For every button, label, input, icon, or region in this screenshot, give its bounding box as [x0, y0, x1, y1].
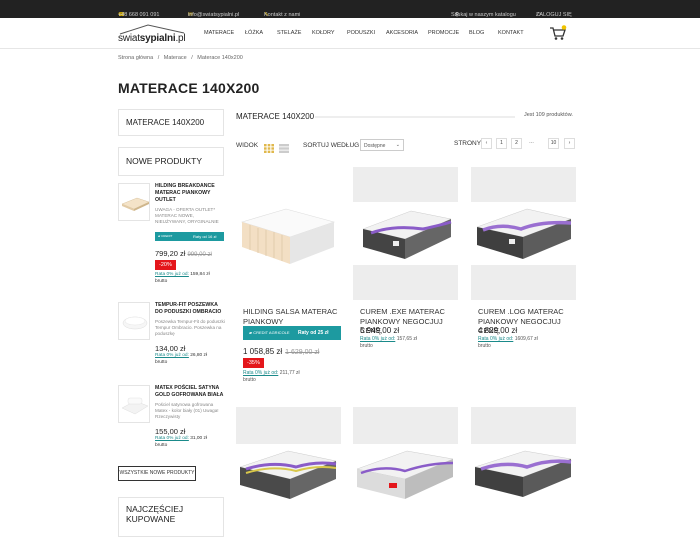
- category-title: MATERACE 140X200: [126, 118, 205, 127]
- product-card[interactable]: CUREM .LOG MATERAC PIANKOWY NEGOCJUJ CEN…: [471, 167, 576, 397]
- installment-link[interactable]: Rata 0% już od:: [155, 272, 189, 277]
- page-1[interactable]: 1: [496, 138, 507, 149]
- product-price: 155,00 zł: [155, 427, 186, 436]
- category-box: MATERACE 140X200: [118, 109, 224, 136]
- installment-info: Rata 0% już od: 211,77 zł brutto: [243, 370, 300, 383]
- installment-link[interactable]: Rata 0% już od:: [243, 370, 278, 376]
- coupons-title: NAJCZĘŚCIEJ KUPOWANE: [126, 504, 184, 524]
- product-name[interactable]: HILDING SALSA MATERAC PIANKOWY: [243, 307, 343, 326]
- product-card[interactable]: CUREM .EXE MATERAC PIANKOWY NEGOCJUJ CEN…: [353, 167, 458, 397]
- installment-info: Rata 0% już od: 159,84 zł brutto: [155, 272, 210, 284]
- sort-label: SORTUJ WEDŁUG: [303, 142, 360, 149]
- title-divider: [315, 116, 515, 118]
- page-ellipsis: …: [529, 139, 534, 145]
- product-thumbnail[interactable]: [118, 302, 150, 340]
- installment-info: Rata 0% już od: 157,65 zł brutto: [360, 336, 417, 349]
- product-image[interactable]: [353, 407, 458, 525]
- page-10[interactable]: 10: [548, 138, 559, 149]
- installment-info: Rata 0% już od: 26,80 zł brutto: [155, 353, 208, 365]
- product-card[interactable]: HILDING SALSA MATERAC PIANKOWY ▰ CREDIT …: [236, 167, 341, 397]
- product-description: UWAGA - OFERTA OUTLET* MATERAC NOWE, NIE…: [155, 207, 219, 225]
- product-thumbnail[interactable]: [118, 183, 150, 221]
- chevron-down-icon: ⌄: [395, 142, 400, 148]
- nav-koldry[interactable]: KOŁDRY: [312, 30, 335, 36]
- product-image[interactable]: [353, 167, 458, 300]
- nav-stelaze[interactable]: STELAŻE: [277, 30, 301, 36]
- product-description: Poszewka Tempur-Fit do poduszki Tempur O…: [155, 319, 225, 337]
- breadcrumb: Strona główna / Materace / Materace 140x…: [118, 55, 243, 61]
- product-price: 799,20 zł 999,00 zł: [155, 249, 212, 258]
- installment-banner[interactable]: ▰ CREDIT AGRICOLE Raty od 25 zł: [243, 326, 341, 340]
- product-image[interactable]: [471, 167, 576, 300]
- new-product-item[interactable]: TEMPUR-FIT POSZEWKA DO PODUSZKI OMBRACIO…: [118, 302, 225, 372]
- nav-poduszki[interactable]: PODUSZKI: [347, 30, 375, 36]
- product-price: 5 949,00 zł: [360, 326, 400, 335]
- nav-blog[interactable]: BLOG: [469, 30, 484, 36]
- installment-link[interactable]: Rata 0% już od:: [155, 436, 189, 441]
- product-card[interactable]: [471, 407, 576, 525]
- new-product-item[interactable]: MATEX POŚCIEL SATYNA GOLD GOFROWANA BIAŁ…: [118, 385, 224, 455]
- site-logo[interactable]: swiatsypialni.pl: [118, 23, 186, 45]
- product-image[interactable]: [471, 407, 576, 525]
- product-image[interactable]: [236, 167, 341, 300]
- nav-akcesoria[interactable]: AKCESORIA: [386, 30, 418, 36]
- nav-promocje[interactable]: PROMOCJE: [428, 30, 459, 36]
- product-price: 134,00 zł: [155, 344, 186, 353]
- product-image[interactable]: [236, 407, 341, 525]
- product-name[interactable]: HILDING BREAKDANCE MATERAC PIANKOWY OUTL…: [155, 183, 225, 204]
- breadcrumb-materace[interactable]: Materace: [164, 55, 187, 61]
- installment-info: Rata 0% już od: 31,00 zł brutto: [155, 436, 208, 448]
- header: swiatsypialni.pl MATERACE ŁÓŻKA STELAŻE …: [0, 18, 700, 49]
- installment-info: Rata 0% już od: 1609,67 zł brutto: [478, 336, 538, 349]
- grid-view-icon[interactable]: [264, 140, 274, 153]
- credit-logo-icon: ▰ CREDIT AGRICOLE: [249, 330, 290, 335]
- credit-logo-icon: ▰ CREDIT: [158, 234, 173, 238]
- coupons-box: NAJCZĘŚCIEJ KUPOWANE: [118, 497, 224, 537]
- new-product-item[interactable]: HILDING BREAKDANCE MATERAC PIANKOWY OUTL…: [118, 183, 224, 293]
- new-products-title: NOWE PRODUKTY: [126, 156, 203, 166]
- listing-title: MATERACE 140X200: [236, 112, 315, 121]
- page-2[interactable]: 2: [511, 138, 522, 149]
- breadcrumb-current: Materace 140x200: [197, 55, 243, 61]
- installment-banner[interactable]: ▰ CREDIT Raty od 16 zł: [155, 232, 224, 241]
- product-name[interactable]: MATEX POŚCIEL SATYNA GOLD GOFROWANA BIAŁ…: [155, 385, 225, 399]
- top-bar: ☎ +48 668 091 091 ✉ info@swiatsypialni.pl …: [0, 0, 700, 18]
- product-card[interactable]: [236, 407, 341, 525]
- installment-link[interactable]: Rata 0% już od:: [155, 353, 189, 358]
- product-description: Pościel satynowa gofrowana Matex - kolor…: [155, 402, 219, 420]
- installment-link[interactable]: Rata 0% już od:: [478, 336, 513, 342]
- list-view-icon[interactable]: [279, 140, 289, 153]
- page-title: MATERACE 140X200: [118, 80, 260, 96]
- nav-materace[interactable]: MATERACE: [204, 30, 234, 36]
- product-thumbnail[interactable]: [118, 385, 150, 423]
- view-label: WIDOK: [236, 142, 259, 149]
- cart-icon[interactable]: [549, 25, 567, 41]
- all-new-products-button[interactable]: WSZYSTKIE NOWE PRODUKTY: [118, 466, 196, 481]
- product-count: Jest 109 produktów.: [524, 112, 573, 118]
- sort-select[interactable]: Dostępne ⌄: [360, 139, 404, 151]
- product-price: 4 829,00 zł: [478, 326, 518, 335]
- nav-lozka[interactable]: ŁÓŻKA: [245, 30, 263, 36]
- pages-label: STRONY: [454, 140, 482, 147]
- page-prev[interactable]: ‹: [481, 138, 492, 149]
- product-name[interactable]: TEMPUR-FIT POSZEWKA DO PODUSZKI OMBRACIO: [155, 302, 225, 316]
- product-card[interactable]: [353, 407, 458, 525]
- breadcrumb-home[interactable]: Strona główna: [118, 55, 153, 61]
- page-next[interactable]: ›: [564, 138, 575, 149]
- new-products-header: NOWE PRODUKTY: [118, 147, 224, 176]
- installment-link[interactable]: Rata 0% już od:: [360, 336, 395, 342]
- discount-badge: -35%: [243, 358, 264, 368]
- discount-badge: -20%: [155, 260, 176, 270]
- nav-kontakt[interactable]: KONTAKT: [498, 30, 524, 36]
- product-price: 1 058,85 zł 1 629,00 zł: [243, 347, 320, 356]
